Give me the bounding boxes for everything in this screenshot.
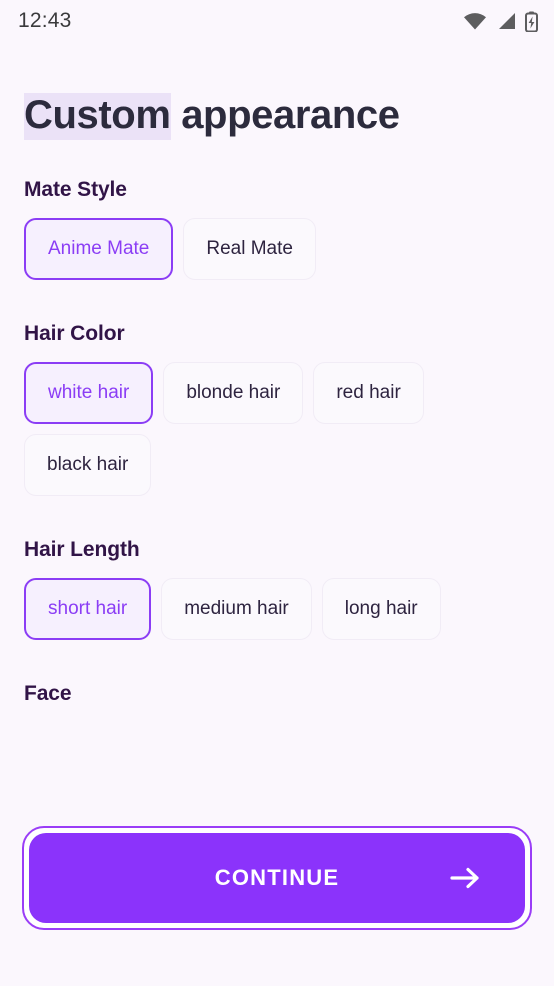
option-chip-real-mate[interactable]: Real Mate — [183, 218, 316, 280]
option-chip-anime-mate[interactable]: Anime Mate — [24, 218, 174, 280]
section-title-mate-style: Mate Style — [24, 178, 127, 201]
continue-button[interactable]: CONTINUE — [29, 833, 525, 923]
option-group-hair-length: short hair medium hair long hair — [24, 578, 530, 640]
section-title-hair-length: Hair Length — [24, 538, 140, 561]
page-title: Custom appearance — [24, 93, 530, 140]
cellular-signal-icon — [496, 12, 516, 30]
section-title-hair-color: Hair Color — [24, 322, 125, 345]
wifi-icon — [463, 12, 487, 30]
section-title-face: Face — [24, 682, 72, 705]
status-bar-icons — [463, 11, 538, 32]
battery-charging-icon — [525, 11, 538, 32]
status-bar: 12:43 — [0, 0, 554, 42]
continue-button-label: CONTINUE — [214, 865, 340, 890]
option-chip-long-hair[interactable]: long hair — [321, 578, 441, 640]
option-chip-black-hair[interactable]: black hair — [24, 434, 152, 496]
option-chip-medium-hair[interactable]: medium hair — [161, 578, 312, 640]
page-title-rest: appearance — [170, 93, 400, 137]
continue-button-ring: CONTINUE — [22, 826, 532, 930]
section-hair-length: Hair Length short hair medium hair long … — [24, 538, 530, 640]
option-group-mate-style: Anime Mate Real Mate — [24, 218, 530, 280]
status-bar-clock: 12:43 — [18, 9, 72, 32]
page-title-highlight: Custom — [24, 93, 171, 140]
section-hair-color: Hair Color white hair blonde hair red ha… — [24, 322, 530, 496]
option-chip-white-hair[interactable]: white hair — [24, 362, 154, 424]
section-face: Face — [24, 682, 530, 706]
arrow-right-icon — [449, 866, 483, 890]
option-group-hair-color: white hair blonde hair red hair black ha… — [24, 362, 530, 496]
option-chip-short-hair[interactable]: short hair — [24, 578, 152, 640]
option-chip-red-hair[interactable]: red hair — [313, 362, 424, 424]
option-chip-blonde-hair[interactable]: blonde hair — [163, 362, 304, 424]
section-mate-style: Mate Style Anime Mate Real Mate — [24, 178, 530, 280]
